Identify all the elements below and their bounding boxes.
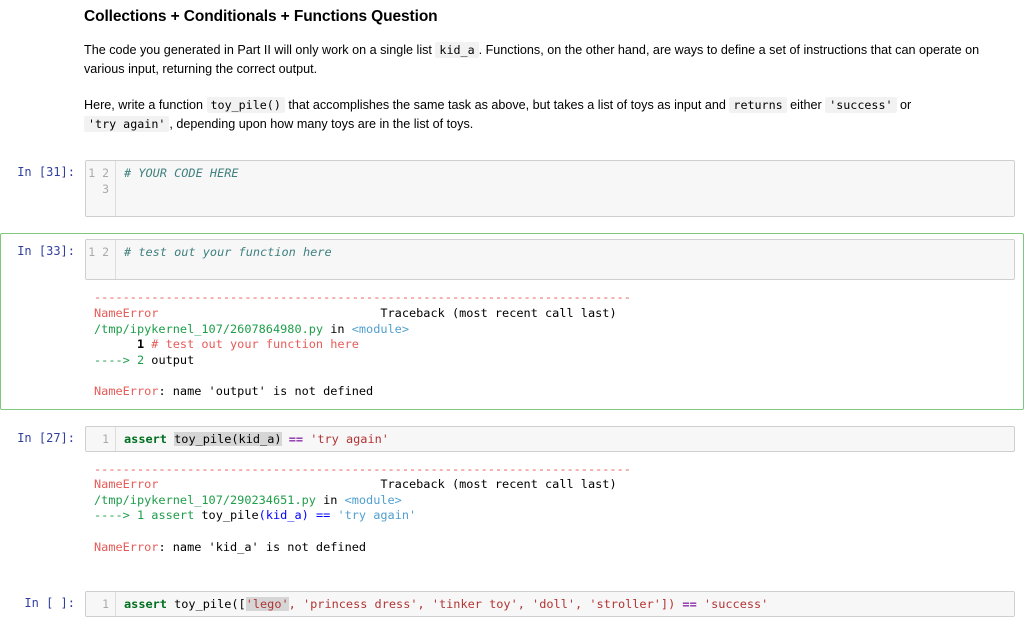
line-number-gutter-2: 1 2: [86, 240, 116, 280]
line-number-gutter-1: 1 2 3: [86, 161, 116, 216]
output-blank-line: [94, 368, 1015, 384]
markdown-paragraph-2: Here, write a function toy_pile() that a…: [84, 96, 1000, 134]
traceback-arrow-operator: ==: [309, 508, 338, 522]
traceback-error-name: NameError: [94, 477, 158, 491]
output-blank-line: [94, 524, 1015, 540]
code-cell-2[interactable]: In [33]: 1 2 # test out your function he…: [0, 233, 1024, 410]
code-input-area-3[interactable]: 1 assert toy_pile(kid_a) == 'try again': [85, 426, 1015, 452]
code-editor-1[interactable]: # YOUR CODE HERE: [116, 161, 1014, 216]
paragraph2-text-segment-3: either: [787, 98, 826, 112]
code-space: [697, 597, 704, 611]
traceback-arrow-keyword: assert: [151, 508, 194, 522]
markdown-paragraph-1: The code you generated in Part II will o…: [84, 41, 1000, 79]
code-input-area-4[interactable]: 1 assert toy_pile(['lego', 'princess dre…: [85, 591, 1015, 617]
traceback-in-word: in: [316, 493, 345, 507]
code-cell-4[interactable]: In [ ]: 1 assert toy_pile(['lego', 'prin…: [0, 585, 1024, 623]
paragraph1-text-segment-1: The code you generated in Part II will o…: [84, 43, 435, 57]
cell-output-3: ----------------------------------------…: [85, 452, 1015, 560]
paragraph2-text-segment-4: or: [897, 98, 912, 112]
code-input-area-1[interactable]: 1 2 3 # YOUR CODE HERE: [85, 160, 1015, 217]
page-title: Collections + Conditionals + Functions Q…: [84, 6, 1000, 28]
code-comment-1: # YOUR CODE HERE: [124, 166, 239, 180]
traceback-file-path: /tmp/ipykernel_107/2607864980.py: [94, 322, 323, 336]
cell-output-2: ----------------------------------------…: [85, 280, 1015, 403]
code-comment-2: # test out your function here: [124, 245, 332, 259]
traceback-arrow-function: toy_pile: [194, 508, 258, 522]
traceback-final-error: NameError: [94, 384, 158, 398]
line-number-gutter-3: 1: [86, 427, 116, 451]
traceback-file-path: /tmp/ipykernel_107/290234651.py: [94, 493, 316, 507]
code-cell-1[interactable]: In [31]: 1 2 3 # YOUR CODE HERE: [0, 154, 1024, 223]
traceback-gap: [158, 477, 380, 491]
spacer: [0, 134, 1024, 152]
code-string-list-rest: , 'princess dress', 'tinker toy', 'doll'…: [289, 597, 676, 611]
cell-prompt-4[interactable]: In [ ]:: [1, 591, 85, 613]
traceback-arrow-string: 'try again': [337, 508, 416, 522]
traceback-source-lineno: 1: [94, 337, 151, 351]
traceback-arrow: ----> 1: [94, 508, 151, 522]
code-string-try-again: 'try again': [310, 432, 389, 446]
code-operator-eq: ==: [682, 597, 696, 611]
traceback-source-line: # test out your function here: [151, 337, 359, 351]
code-selected-text: toy_pile(kid_a): [174, 432, 281, 446]
traceback-final-error: NameError: [94, 540, 158, 554]
cell-body-1: 1 2 3 # YOUR CODE HERE: [85, 160, 1015, 217]
inline-code-returns: returns: [729, 97, 786, 113]
traceback-rule: ----------------------------------------…: [94, 462, 631, 476]
notebook-container: Collections + Conditionals + Functions Q…: [0, 6, 1024, 607]
line-number-gutter-4: 1: [86, 592, 116, 616]
inline-code-success: 'success': [825, 97, 896, 113]
cell-prompt-3[interactable]: In [27]:: [1, 426, 85, 448]
spacer: [0, 223, 1024, 231]
code-operator-eq: ==: [289, 432, 303, 446]
markdown-cell[interactable]: Collections + Conditionals + Functions Q…: [0, 6, 1024, 134]
traceback-label: Traceback (most recent call last): [380, 306, 616, 320]
code-keyword-assert: assert: [124, 432, 167, 446]
inline-code-toy-pile: toy_pile(): [207, 97, 285, 113]
spacer: [0, 565, 1024, 583]
code-editor-3[interactable]: assert toy_pile(kid_a) == 'try again': [116, 427, 1014, 451]
traceback-gap: [158, 306, 380, 320]
traceback-final-message: : name 'kid_a' is not defined: [158, 540, 366, 554]
paragraph2-text-segment-5: , depending upon how many toys are in th…: [169, 117, 473, 131]
code-input-area-2[interactable]: 1 2 # test out your function here: [85, 239, 1015, 281]
cell-body-3: 1 assert toy_pile(kid_a) == 'try again' …: [85, 426, 1015, 560]
traceback-error-name: NameError: [94, 306, 158, 320]
code-editor-4[interactable]: assert toy_pile(['lego', 'princess dress…: [116, 592, 1014, 616]
traceback-in-word: in: [323, 322, 352, 336]
code-function-call: toy_pile([: [167, 597, 246, 611]
code-selected-string-lego: 'lego': [246, 597, 289, 611]
code-cell-3[interactable]: In [27]: 1 assert toy_pile(kid_a) == 'tr…: [0, 420, 1024, 566]
code-string-success: 'success': [704, 597, 768, 611]
traceback-arrow-args: (kid_a): [259, 508, 309, 522]
traceback-arrow: ----> 2: [94, 353, 151, 367]
code-blank-line: [124, 260, 1008, 276]
traceback-rule: ----------------------------------------…: [94, 290, 631, 304]
inline-code-kid-a: kid_a: [435, 42, 478, 58]
cell-body-4: 1 assert toy_pile(['lego', 'princess dre…: [85, 591, 1015, 617]
cell-body-2: 1 2 # test out your function here ------…: [85, 239, 1015, 404]
cell-prompt-1[interactable]: In [31]:: [1, 160, 85, 182]
code-blank-line: [124, 181, 1008, 197]
traceback-final-message: : name 'output' is not defined: [158, 384, 373, 398]
code-space: [282, 432, 289, 446]
traceback-module: <module>: [352, 322, 409, 336]
spacer: [0, 410, 1024, 418]
traceback-arrow-line: output: [151, 353, 194, 367]
code-editor-2[interactable]: # test out your function here: [116, 240, 1014, 280]
paragraph2-text-segment-2: that accomplishes the same task as above…: [285, 98, 730, 112]
inline-code-try-again: 'try again': [84, 116, 169, 132]
cell-prompt-2[interactable]: In [33]:: [1, 239, 85, 261]
code-blank-line: [124, 196, 1008, 212]
traceback-label: Traceback (most recent call last): [380, 477, 616, 491]
code-keyword-assert: assert: [124, 597, 167, 611]
paragraph2-text-segment-1: Here, write a function: [84, 98, 207, 112]
traceback-module: <module>: [345, 493, 402, 507]
